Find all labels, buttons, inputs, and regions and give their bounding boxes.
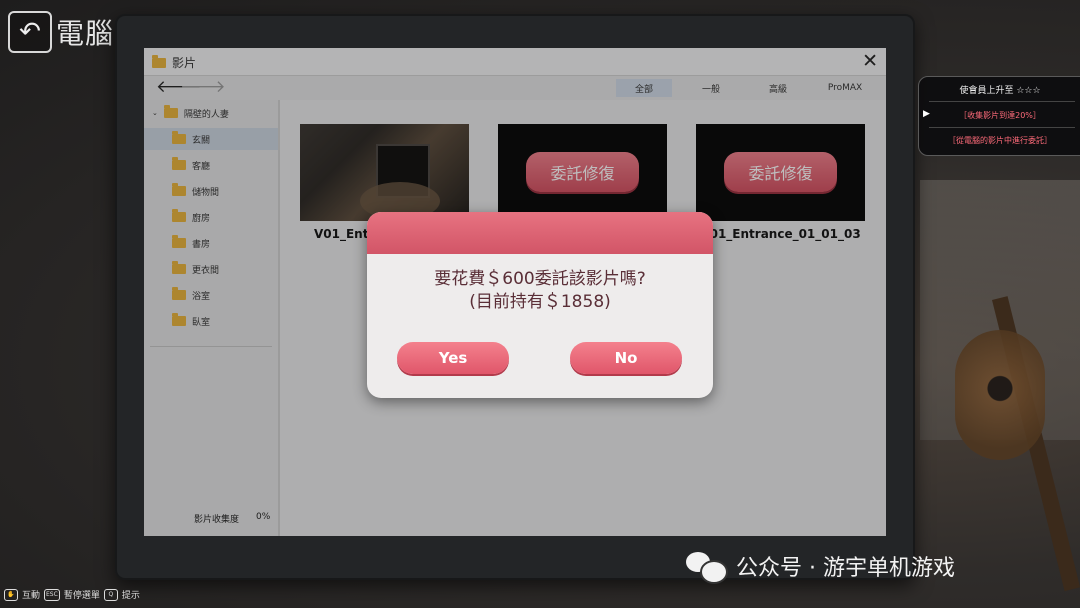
guitar-body	[955, 330, 1045, 460]
yes-button[interactable]: Yes	[397, 342, 509, 374]
confirm-dialog: 要花費＄600委託該影片嗎? (目前持有＄1858) Yes No	[367, 212, 713, 398]
back-button[interactable]: ↶	[8, 11, 52, 53]
wechat-icon	[686, 552, 728, 584]
control-hints: ✋ 互動 ESC 暫停選單 Q 提示	[4, 588, 140, 601]
hint-interact: 互動	[22, 591, 41, 601]
dialog-balance: (目前持有＄1858)	[469, 292, 611, 312]
q-key-icon: Q	[103, 588, 118, 601]
hand-key-icon: ✋	[4, 588, 18, 601]
no-button[interactable]: No	[570, 342, 682, 374]
quest-title: 使會員上升至 ☆☆☆	[959, 86, 1041, 96]
esc-key-icon: ESC	[44, 588, 60, 601]
back-arrow-icon: ↶	[19, 17, 41, 47]
hint-pause-menu: 暫停選單	[63, 591, 100, 601]
watermark-text: 公众号 · 游宇单机游戏	[736, 556, 955, 581]
watermark: 公众号 · 游宇单机游戏	[686, 550, 955, 584]
hint-tips: 提示	[121, 591, 140, 601]
quest-objective-1: ［收集影片到達20%］	[959, 111, 1041, 120]
dialog-header	[367, 212, 713, 254]
page-title: 電腦	[56, 17, 115, 50]
quest-objective-2: ［從電腦的影片中進行委託］	[948, 136, 1052, 145]
quest-panel: 使會員上升至 ☆☆☆ ▶ ［收集影片到達20%］ ［從電腦的影片中進行委託］	[918, 76, 1080, 156]
dialog-question: 要花費＄600委託該影片嗎?	[434, 269, 646, 289]
